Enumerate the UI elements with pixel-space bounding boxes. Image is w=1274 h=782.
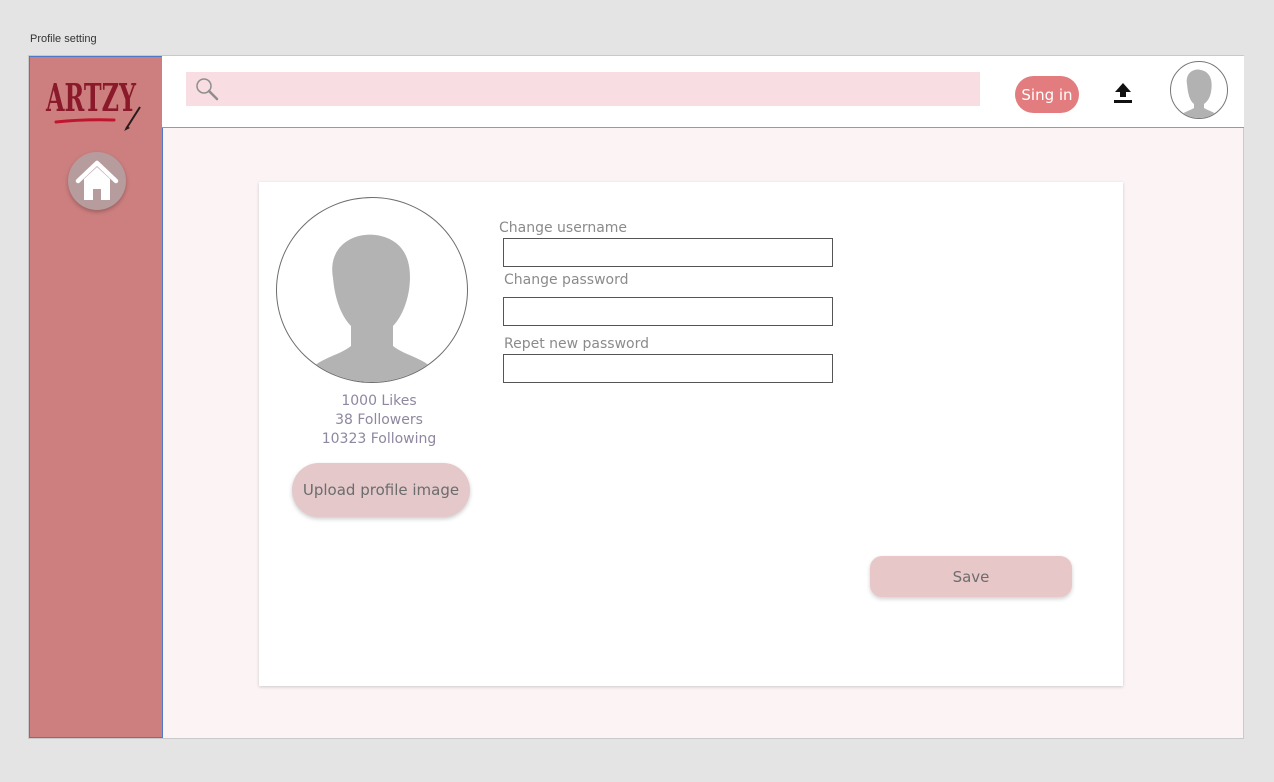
search-input[interactable] bbox=[226, 72, 970, 108]
save-button[interactable]: Save bbox=[870, 556, 1072, 597]
upload-profile-image-button[interactable]: Upload profile image bbox=[292, 463, 470, 517]
home-icon bbox=[75, 160, 119, 200]
home-button[interactable] bbox=[68, 152, 126, 210]
repeat-password-field[interactable] bbox=[503, 354, 833, 383]
sign-in-button[interactable]: Sing in bbox=[1015, 76, 1079, 113]
search-bar bbox=[186, 72, 980, 108]
user-avatar[interactable] bbox=[1170, 61, 1228, 119]
profile-avatar bbox=[276, 197, 468, 383]
sidebar: ARTZY bbox=[29, 56, 163, 738]
repeat-password-label: Repet new password bbox=[504, 336, 650, 352]
username-field[interactable] bbox=[503, 238, 833, 267]
password-label: Change password bbox=[504, 272, 629, 288]
top-bar: Sing in bbox=[162, 56, 1244, 128]
artzy-logo: ARTZY bbox=[45, 75, 141, 131]
password-field[interactable] bbox=[503, 297, 833, 326]
logo-text: ARTZY bbox=[45, 75, 136, 120]
search-icon bbox=[196, 78, 219, 101]
profile-stats: 1000 Likes 38 Followers 10323 Following bbox=[299, 392, 459, 449]
user-silhouette-icon bbox=[307, 234, 437, 382]
following-count: 10323 Following bbox=[321, 431, 437, 447]
username-label: Change username bbox=[499, 220, 628, 236]
upload-icon[interactable] bbox=[1111, 81, 1135, 105]
followers-count: 38 Followers bbox=[335, 412, 423, 428]
likes-count: 1000 Likes bbox=[341, 393, 417, 409]
user-silhouette-icon bbox=[1177, 69, 1221, 118]
app-window: ARTZY Sing in 1000 Likes 38 Followers 10… bbox=[28, 55, 1244, 739]
profile-card: 1000 Likes 38 Followers 10323 Following … bbox=[259, 182, 1123, 686]
frame-title: Profile setting bbox=[30, 33, 97, 45]
